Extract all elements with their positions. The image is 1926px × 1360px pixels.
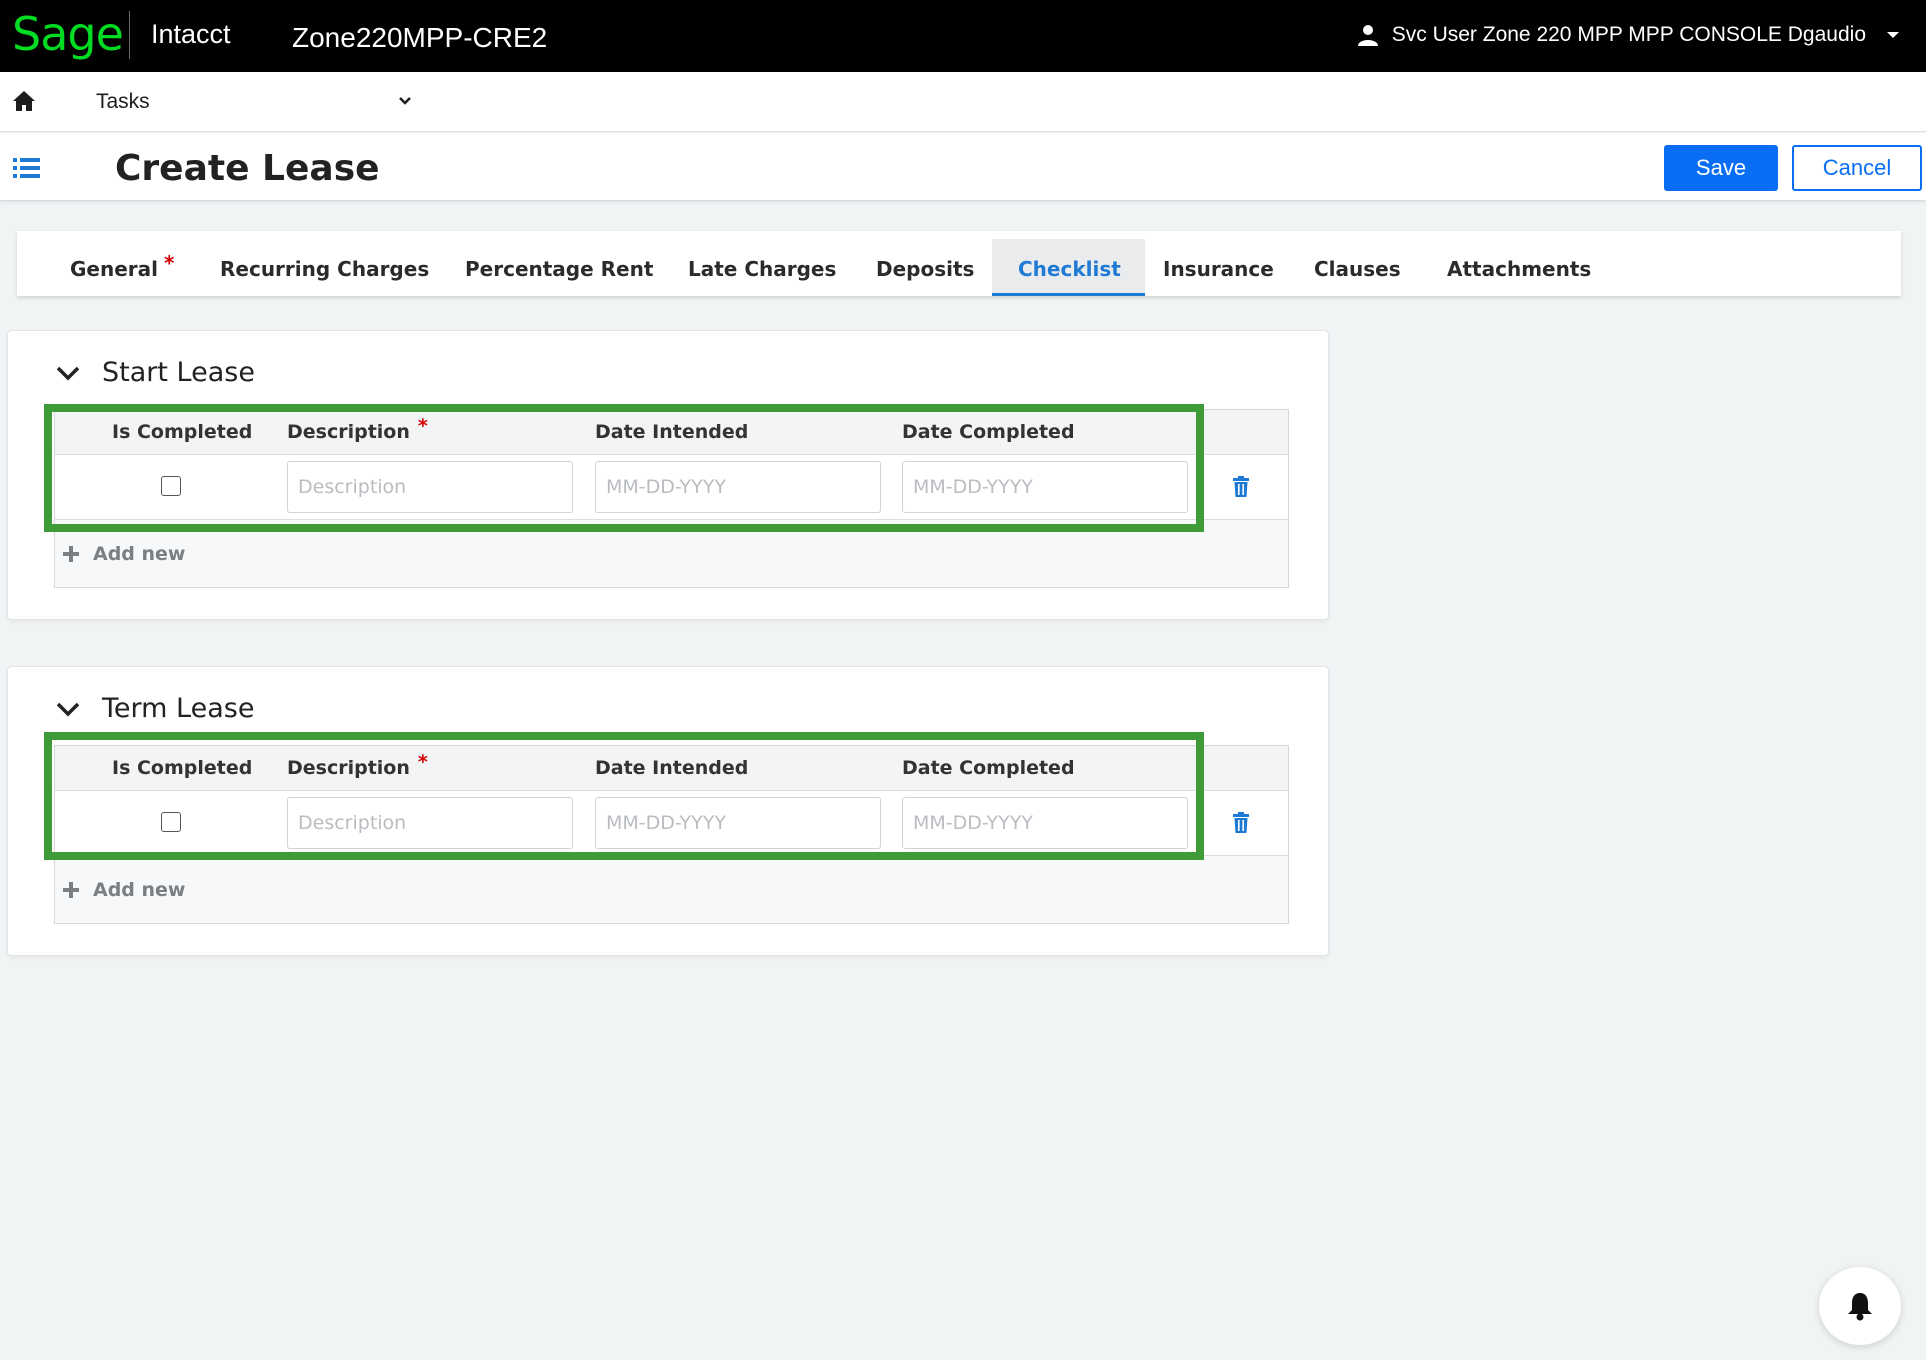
add-new-label: Add new	[93, 879, 186, 901]
plus-icon	[63, 882, 79, 898]
list-icon[interactable]	[12, 155, 42, 181]
tab-clauses[interactable]: Clauses	[1314, 239, 1401, 296]
caret-down-icon	[1887, 32, 1899, 38]
highlight-box	[44, 732, 1204, 860]
trash-icon[interactable]	[1232, 812, 1250, 834]
logo-divider	[129, 11, 130, 59]
chevron-down-icon[interactable]	[398, 95, 412, 107]
highlight-box	[44, 404, 1204, 532]
secondary-nav: Tasks	[0, 72, 1926, 132]
chevron-down-icon[interactable]	[56, 701, 80, 717]
person-icon	[1357, 25, 1378, 46]
section-title: Start Lease	[102, 357, 255, 388]
tab-percentage-rent[interactable]: Percentage Rent	[465, 239, 653, 296]
notifications-button[interactable]	[1819, 1267, 1901, 1345]
section-header[interactable]: Start Lease	[56, 355, 255, 391]
plus-icon	[63, 546, 79, 562]
add-new-button[interactable]: Add new	[63, 543, 186, 565]
tab-recurring-charges[interactable]: Recurring Charges	[220, 239, 429, 296]
page-title: Create Lease	[115, 148, 380, 189]
section-title: Term Lease	[102, 693, 255, 724]
section-header[interactable]: Term Lease	[56, 691, 254, 727]
tab-insurance[interactable]: Insurance	[1163, 239, 1274, 296]
tab-general[interactable]: General *	[70, 239, 174, 296]
add-new-label: Add new	[93, 543, 186, 565]
save-button[interactable]: Save	[1664, 145, 1778, 191]
tab-checklist[interactable]: Checklist	[992, 239, 1145, 296]
chevron-down-icon[interactable]	[56, 365, 80, 381]
cancel-button[interactable]: Cancel	[1792, 145, 1922, 191]
bell-icon	[1848, 1293, 1872, 1321]
tab-deposits[interactable]: Deposits	[876, 239, 974, 296]
add-new-button[interactable]: Add new	[63, 879, 186, 901]
tab-late-charges[interactable]: Late Charges	[688, 239, 836, 296]
user-name: Svc User Zone 220 MPP MPP CONSOLE Dgaudi…	[1391, 23, 1866, 46]
tab-bar: General * Recurring Charges Percentage Re…	[17, 231, 1901, 296]
company-name[interactable]: Zone220MPP-CRE2	[292, 22, 547, 54]
page-header: Create Lease Save Cancel	[0, 133, 1926, 201]
tab-attachments[interactable]: Attachments	[1447, 239, 1591, 296]
product-name: Intacct	[151, 19, 231, 49]
tasks-dropdown[interactable]: Tasks	[96, 89, 150, 115]
tab-label: General	[70, 257, 158, 281]
top-bar: Sage Intacct Zone220MPP-CRE2 Svc User Zo…	[0, 0, 1926, 72]
trash-icon[interactable]	[1232, 476, 1250, 498]
user-menu[interactable]: Svc User Zone 220 MPP MPP CONSOLE Dgaudi…	[1356, 22, 1900, 48]
sage-logo[interactable]: Sage	[12, 6, 124, 62]
required-marker: *	[164, 251, 175, 275]
home-icon[interactable]	[12, 90, 36, 112]
